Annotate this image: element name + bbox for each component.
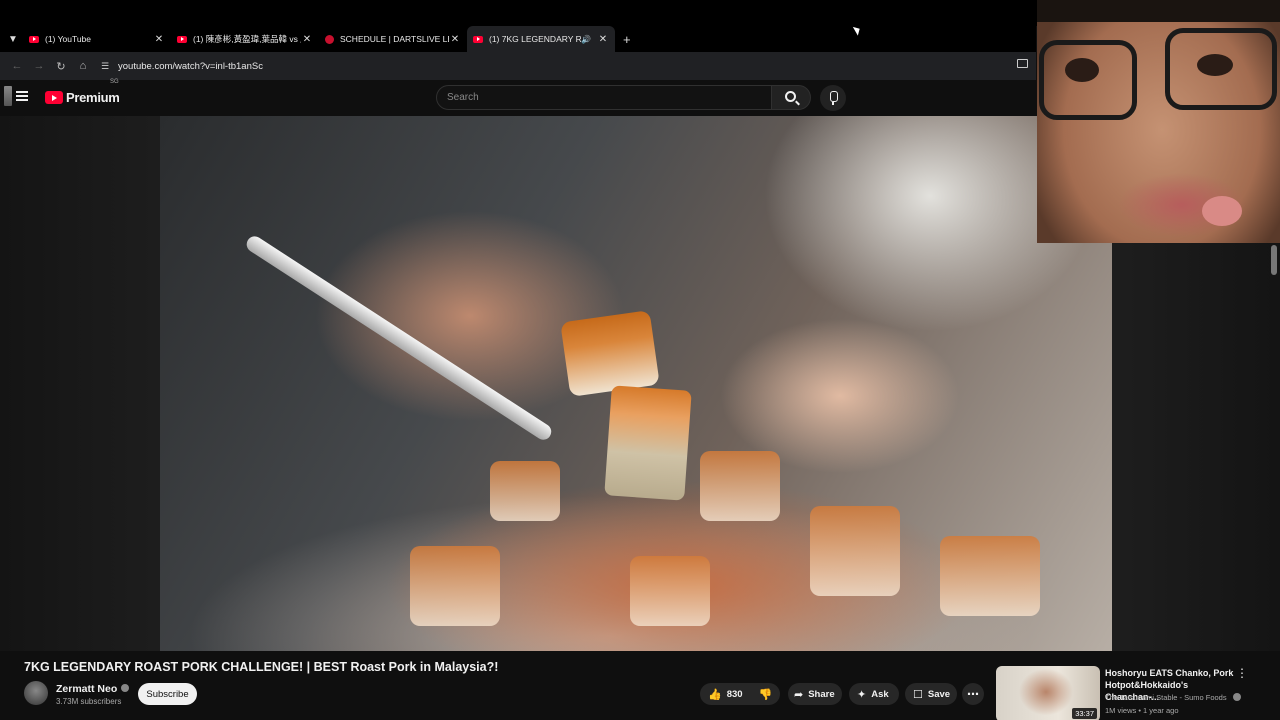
extension-icon[interactable]	[4, 86, 12, 106]
recommended-video-thumbnail[interactable]: 33:37	[996, 666, 1100, 720]
search-icon	[785, 91, 796, 102]
bookmark-icon: ☐	[913, 688, 923, 701]
back-arrow-icon[interactable]: ←	[6, 60, 28, 72]
tab-label: (1) 陳彥彬,黃盈瑋,葉品韓 vs 廖	[193, 34, 301, 44]
site-settings-icon[interactable]: ☰	[96, 61, 114, 72]
search-button[interactable]	[771, 85, 811, 110]
video-frame-pork-piece	[490, 461, 560, 521]
tab-dartslive-schedule[interactable]: SCHEDULE | DARTSLIVE LEAGUE ✕	[319, 26, 467, 52]
speaker-icon[interactable]: 🔊	[581, 35, 591, 44]
search-input[interactable]: Search	[436, 85, 772, 110]
share-arrow-icon: ➦	[794, 688, 804, 701]
subscriber-count: 3.73M subscribers	[56, 697, 122, 706]
channel-avatar[interactable]	[24, 681, 48, 705]
tab-youtube-home[interactable]: (1) YouTube ✕	[23, 26, 171, 52]
cast-icon[interactable]	[1017, 59, 1028, 68]
menu-icon[interactable]	[16, 91, 28, 101]
tab-darts-match[interactable]: (1) 陳彥彬,黃盈瑋,葉品韓 vs 廖 ✕	[171, 26, 319, 52]
video-frame-pork-top	[560, 310, 660, 397]
like-count: 830	[726, 688, 743, 700]
page-scrollbar[interactable]	[1271, 245, 1277, 275]
youtube-favicon-icon	[29, 35, 39, 43]
tab-close-icon[interactable]: ✕	[301, 34, 313, 45]
reload-icon[interactable]: ↻	[50, 60, 72, 73]
tab-close-icon[interactable]: ✕	[449, 34, 461, 45]
dartslive-favicon-icon	[325, 34, 334, 44]
home-icon[interactable]: ⌂	[72, 60, 94, 72]
video-duration: 33:37	[1072, 708, 1097, 719]
ask-button[interactable]: ✦ Ask	[849, 683, 899, 705]
recommended-video-channel[interactable]: The Tatsunami Stable - Sumo Foods	[1105, 693, 1241, 702]
voice-search-mic-icon[interactable]	[820, 85, 846, 111]
video-frame-pork-piece	[410, 546, 500, 626]
video-frame-fork	[243, 233, 555, 443]
share-button[interactable]: ➦ Share	[788, 683, 842, 705]
like-dislike-group: 👍 830 👎	[700, 683, 780, 705]
tab-label: SCHEDULE | DARTSLIVE LEAGUE	[340, 34, 449, 44]
verified-icon	[1232, 693, 1241, 702]
like-button[interactable]: 👍 830	[700, 683, 751, 705]
logo-text: Premium	[66, 90, 120, 105]
video-frame-pork-bottom	[604, 385, 692, 501]
webcam-hair	[1037, 0, 1280, 22]
youtube-favicon-icon	[177, 35, 187, 43]
youtube-masthead: Premium SG Search	[0, 79, 1036, 116]
verified-icon	[121, 684, 130, 693]
youtube-premium-logo[interactable]: Premium	[45, 90, 120, 105]
video-title: 7KG LEGENDARY ROAST PORK CHALLENGE! | BE…	[24, 660, 499, 674]
channel-name: Zermatt Neo	[56, 683, 118, 695]
thumbs-down-icon: 👎	[758, 688, 773, 701]
tab-close-icon[interactable]: ✕	[597, 34, 609, 45]
channel-name-link[interactable]: Zermatt Neo	[56, 683, 130, 695]
region-code: SG	[110, 79, 119, 85]
address-bar: ← → ↻ ⌂ ☰ youtube.com/watch?v=inl-tb1anS…	[0, 52, 1036, 80]
sparkle-icon: ✦	[857, 688, 867, 701]
recommended-video-meta: 1M views • 1 year ago	[1105, 706, 1179, 715]
save-label: Save	[927, 688, 951, 700]
tab-label: (1) YouTube	[45, 34, 91, 44]
recommended-channel-name: The Tatsunami Stable - Sumo Foods	[1105, 693, 1227, 702]
share-label: Share	[808, 688, 835, 700]
more-horizontal-icon: ⋯	[967, 687, 979, 701]
webcam-glasses-lens	[1165, 28, 1277, 110]
new-tab-button[interactable]: +	[623, 32, 631, 47]
youtube-play-logo-icon	[45, 91, 63, 104]
video-frame-pork-piece	[700, 451, 780, 521]
ask-label: Ask	[871, 688, 889, 700]
webcam-glasses-lens	[1039, 40, 1137, 120]
tab-roast-pork-video[interactable]: (1) 7KG LEGENDARY ROAST 🔊 ✕	[467, 26, 615, 52]
video-frame-pork-piece	[810, 506, 900, 596]
youtube-favicon-icon	[473, 35, 483, 43]
more-actions-button[interactable]: ⋯	[962, 683, 984, 705]
browser-tab-bar: ▼ (1) YouTube ✕ (1) 陳彥彬,黃盈瑋,葉品韓 vs 廖 ✕ S…	[0, 26, 1036, 52]
tab-search-chevron-icon[interactable]: ▼	[3, 29, 23, 49]
subscribe-button[interactable]: Subscribe	[138, 683, 197, 705]
url-field[interactable]: youtube.com/watch?v=inl-tb1anSc	[118, 61, 263, 72]
tab-label: (1) 7KG LEGENDARY ROAST	[489, 34, 582, 44]
save-button[interactable]: ☐ Save	[905, 683, 957, 705]
webcam-tongue	[1202, 196, 1242, 226]
forward-arrow-icon[interactable]: →	[28, 60, 50, 72]
webcam-overlay	[1037, 0, 1280, 243]
video-info-bar: 7KG LEGENDARY ROAST PORK CHALLENGE! | BE…	[0, 651, 1280, 720]
video-frame-pork-piece	[940, 536, 1040, 616]
dislike-button[interactable]: 👎	[751, 683, 786, 705]
recommended-more-icon[interactable]: ⋮	[1236, 666, 1248, 680]
tab-close-icon[interactable]: ✕	[153, 34, 165, 45]
video-frame-pork-piece	[630, 556, 710, 626]
thumbs-up-icon: 👍	[708, 688, 722, 701]
video-player[interactable]	[160, 116, 1112, 651]
